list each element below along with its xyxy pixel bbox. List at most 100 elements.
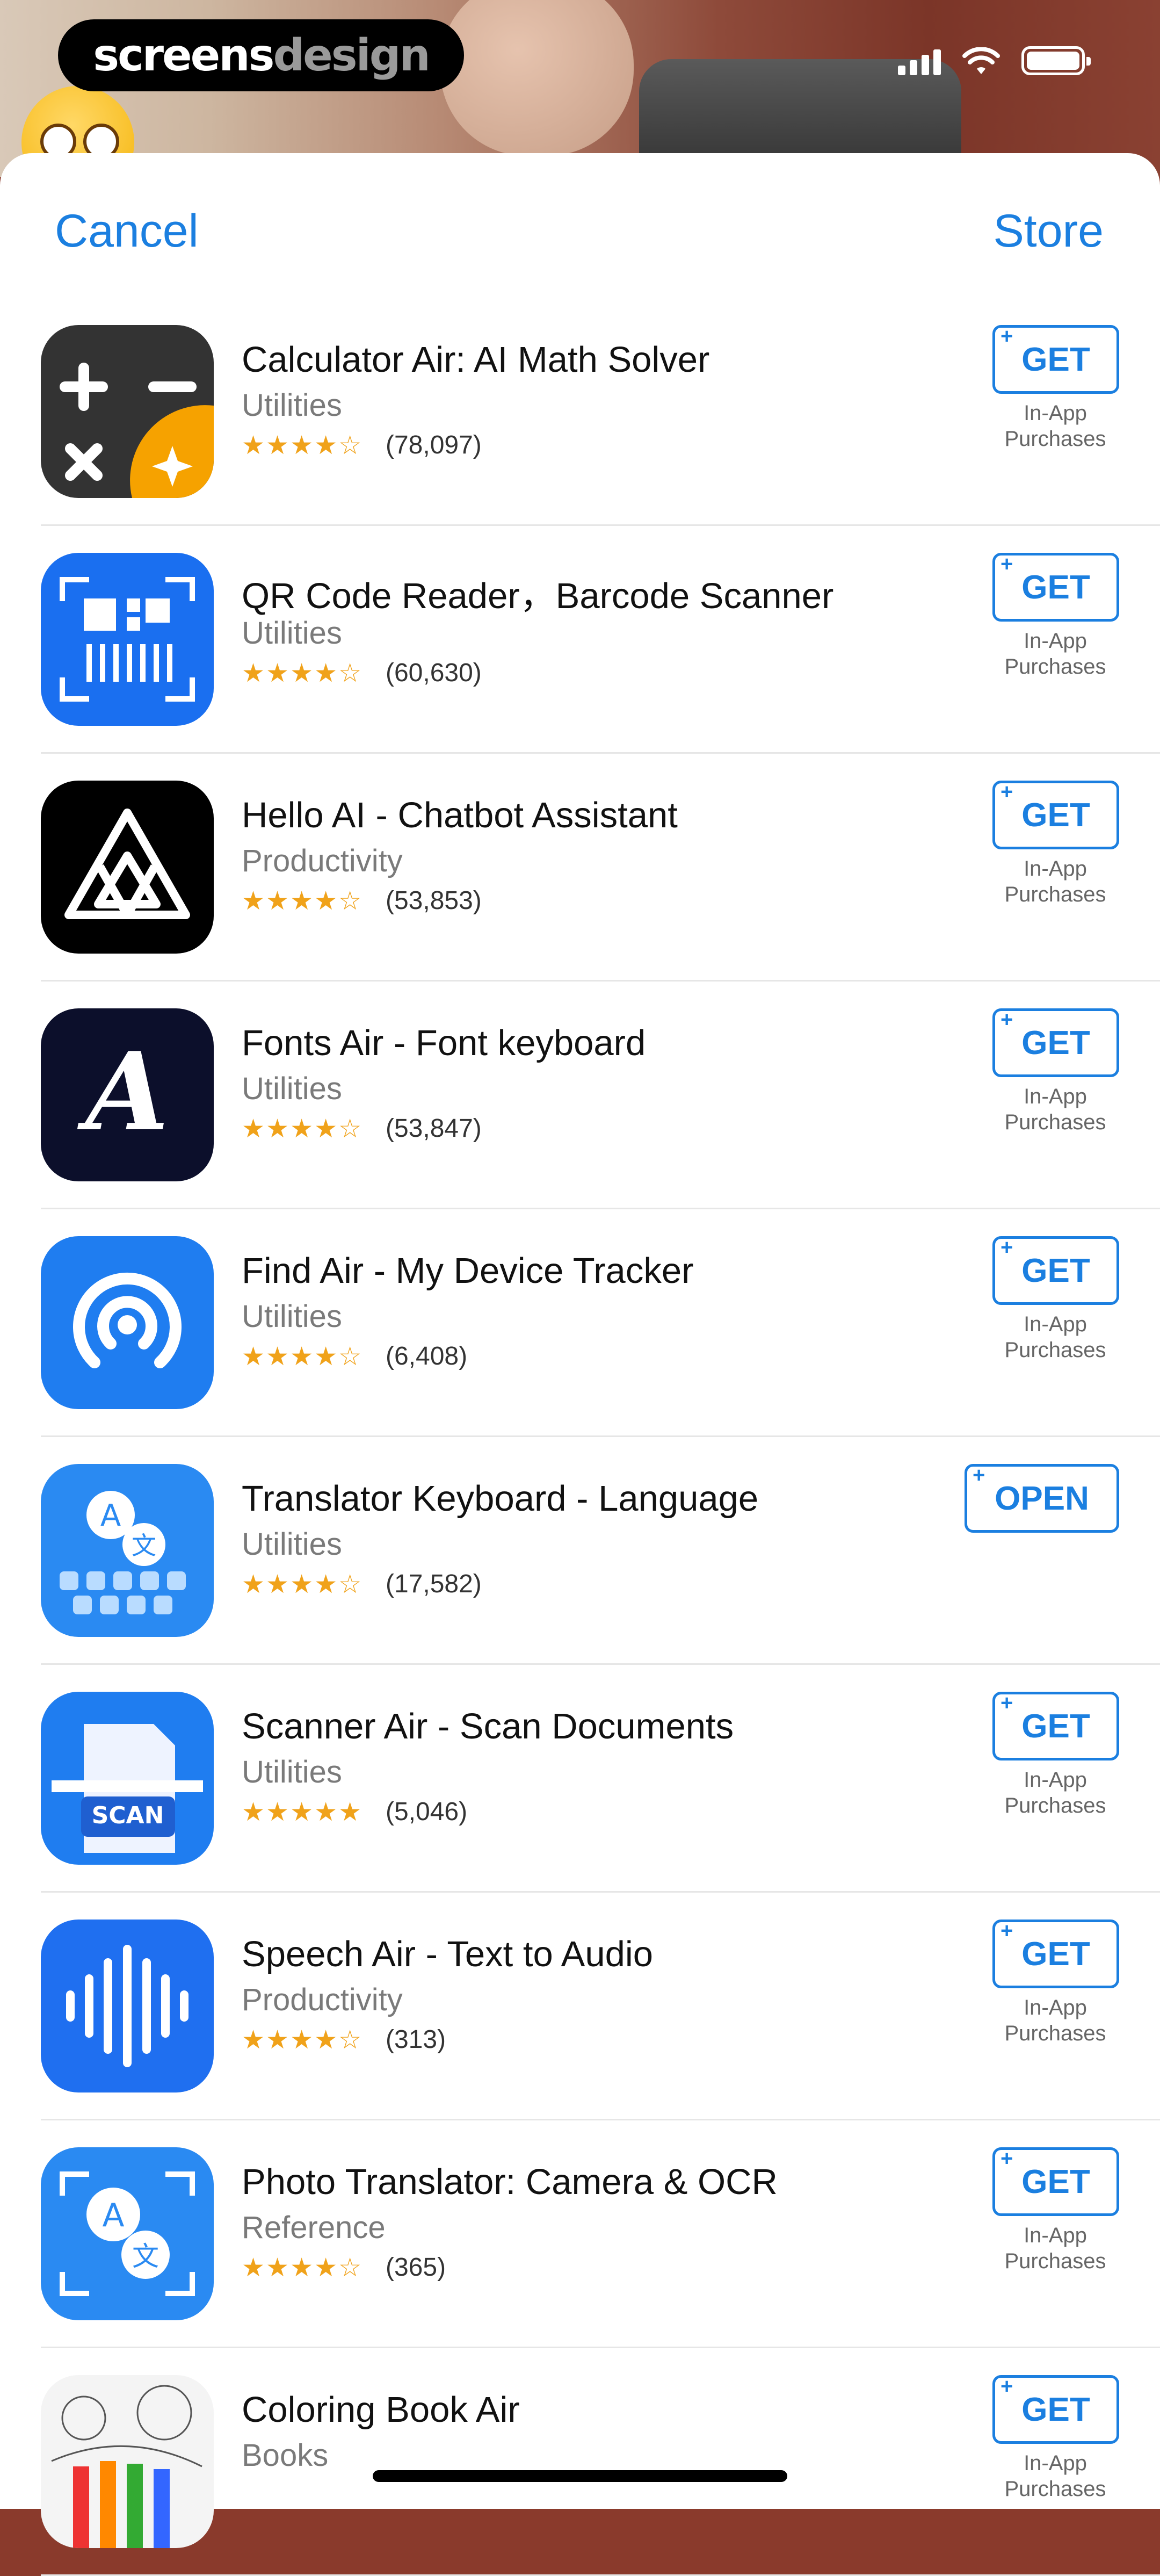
iap-line-2: Purchases (1004, 1110, 1106, 1134)
plus-icon: + (1001, 1236, 1013, 1259)
app-row[interactable]: Speech Air - Text to Audio Productivity ★★… (0, 1893, 1160, 2120)
iap-line-1: In-App (1024, 629, 1087, 653)
scan-document-icon[interactable]: SCAN (41, 1692, 214, 1865)
rating-count: (53,853) (386, 886, 482, 915)
app-row[interactable]: A Fonts Air - Font keyboard Utilities ★★★★☆… (0, 982, 1160, 1209)
iap-line-2: Purchases (1004, 2022, 1106, 2045)
get-button[interactable]: + GET (992, 1236, 1119, 1305)
rating-stars: ★★★★★ (242, 1798, 363, 1827)
app-row[interactable]: A 文 Translator Keyboard - Language Utilitie… (0, 1437, 1160, 1665)
photo-translate-icon[interactable]: A文 (41, 2147, 214, 2320)
store-button[interactable]: Store (993, 205, 1104, 258)
iap-line-1: In-App (1024, 1312, 1087, 1336)
rating-stars: ★★★★☆ (242, 431, 363, 460)
in-app-purchases-note: In-App Purchases (967, 400, 1144, 452)
svg-text:文: 文 (132, 1531, 156, 1560)
get-button[interactable]: + GET (992, 2375, 1119, 2444)
button-label: GET (1021, 1707, 1090, 1745)
home-indicator[interactable] (373, 2470, 787, 2482)
iap-line-1: In-App (1024, 401, 1087, 425)
iap-line-1: In-App (1024, 1085, 1087, 1108)
app-row[interactable]: Hello AI - Chatbot Assistant Productivity… (0, 754, 1160, 982)
get-button[interactable]: + GET (992, 1008, 1119, 1077)
button-label: GET (1021, 341, 1090, 378)
battery-icon (1021, 46, 1091, 75)
rating-count: (313) (386, 2025, 446, 2054)
coloring-pencils-icon[interactable] (41, 2375, 214, 2548)
calculator-icon[interactable] (41, 325, 214, 498)
watermark-part-2: design (273, 30, 430, 81)
app-row[interactable]: Coloring Book Air Books + GET In-App Purchase… (0, 2348, 1160, 2576)
app-title[interactable]: Fonts Air - Font keyboard (242, 1022, 646, 1064)
in-app-purchases-note: In-App Purchases (967, 2223, 1144, 2274)
app-row[interactable]: Find Air - My Device Tracker Utilities ★★★… (0, 1209, 1160, 1437)
iap-line-2: Purchases (1004, 2477, 1106, 2501)
triangle-logo-icon[interactable] (41, 781, 214, 954)
app-title[interactable]: QR Code Reader，Barcode Scanner (242, 567, 833, 619)
get-button[interactable]: + GET (992, 1919, 1119, 1988)
app-title[interactable]: Hello AI - Chatbot Assistant (242, 795, 678, 836)
open-button[interactable]: + OPEN (965, 1463, 1119, 1533)
button-label: OPEN (995, 1480, 1089, 1517)
in-app-purchases-note: In-App Purchases (967, 856, 1144, 907)
svg-text:A: A (77, 1029, 169, 1155)
font-letter-icon[interactable]: A (41, 1008, 214, 1181)
app-title[interactable]: Scanner Air - Scan Documents (242, 1706, 734, 1747)
app-row[interactable]: QR Code Reader，Barcode Scanner Utilities ★… (0, 526, 1160, 754)
app-title[interactable]: Photo Translator: Camera & OCR (242, 2161, 778, 2203)
get-button[interactable]: + GET (992, 1691, 1119, 1760)
button-label: GET (1021, 2391, 1090, 2428)
qr-code-icon[interactable] (41, 553, 214, 726)
app-title[interactable]: Calculator Air: AI Math Solver (242, 339, 709, 380)
svg-text:文: 文 (132, 2241, 159, 2272)
plus-icon: + (1001, 1919, 1013, 1943)
in-app-purchases-note: In-App Purchases (967, 2450, 1144, 2502)
app-title[interactable]: Coloring Book Air (242, 2389, 520, 2430)
plus-icon: + (1001, 1691, 1013, 1715)
in-app-purchases-note: In-App Purchases (967, 1311, 1144, 1363)
cancel-button[interactable]: Cancel (55, 205, 199, 258)
button-label: GET (1021, 1024, 1090, 1062)
app-category: Utilities (242, 1071, 342, 1106)
get-button[interactable]: + GET (992, 324, 1119, 394)
translate-keyboard-icon[interactable]: A文 (41, 1464, 214, 1637)
svg-text:A: A (102, 2197, 124, 2234)
app-category: Utilities (242, 616, 342, 651)
iap-line-2: Purchases (1004, 883, 1106, 906)
in-app-purchases-note: In-App Purchases (967, 1995, 1144, 2046)
app-title[interactable]: Translator Keyboard - Language (242, 1478, 758, 1519)
app-title[interactable]: Speech Air - Text to Audio (242, 1933, 653, 1975)
get-button[interactable]: + GET (992, 552, 1119, 622)
plus-icon: + (1001, 780, 1013, 804)
rating-count: (60,630) (386, 659, 482, 687)
wifi-icon (962, 47, 1000, 74)
background-hand (440, 0, 634, 156)
app-category: Reference (242, 2210, 386, 2245)
app-row[interactable]: A 文 Photo Translator: Camera & OCR Referenc… (0, 2120, 1160, 2348)
app-row[interactable]: Calculator Air: AI Math Solver Utilities ★… (0, 298, 1160, 526)
app-title[interactable]: Find Air - My Device Tracker (242, 1250, 693, 1291)
plus-icon: + (1001, 552, 1013, 576)
rating-count: (78,097) (386, 431, 482, 459)
iap-line-1: In-App (1024, 2224, 1087, 2247)
audio-wave-icon[interactable] (41, 1920, 214, 2092)
iap-line-2: Purchases (1004, 2249, 1106, 2273)
button-label: GET (1021, 796, 1090, 834)
iap-line-2: Purchases (1004, 655, 1106, 679)
iap-line-2: Purchases (1004, 427, 1106, 451)
app-row[interactable]: SCAN Scanner Air - Scan Documents Utilitie… (0, 1665, 1160, 1893)
app-category: Productivity (242, 843, 403, 878)
get-button[interactable]: + GET (992, 2147, 1119, 2216)
in-app-purchases-note: In-App Purchases (967, 1084, 1144, 1135)
status-bar (898, 46, 1091, 75)
iap-line-1: In-App (1024, 1996, 1087, 2019)
watermark-part-1: screens (93, 30, 274, 81)
svg-text:A: A (100, 1498, 121, 1533)
plus-icon: + (1001, 324, 1013, 348)
get-button[interactable]: + GET (992, 780, 1119, 849)
tracker-signal-icon[interactable] (41, 1236, 214, 1409)
rating-stars: ★★★★☆ (242, 659, 363, 688)
screensdesign-watermark: screens design (58, 19, 464, 91)
rating-count: (17,582) (386, 1570, 482, 1598)
rating-stars: ★★★★☆ (242, 1570, 363, 1599)
